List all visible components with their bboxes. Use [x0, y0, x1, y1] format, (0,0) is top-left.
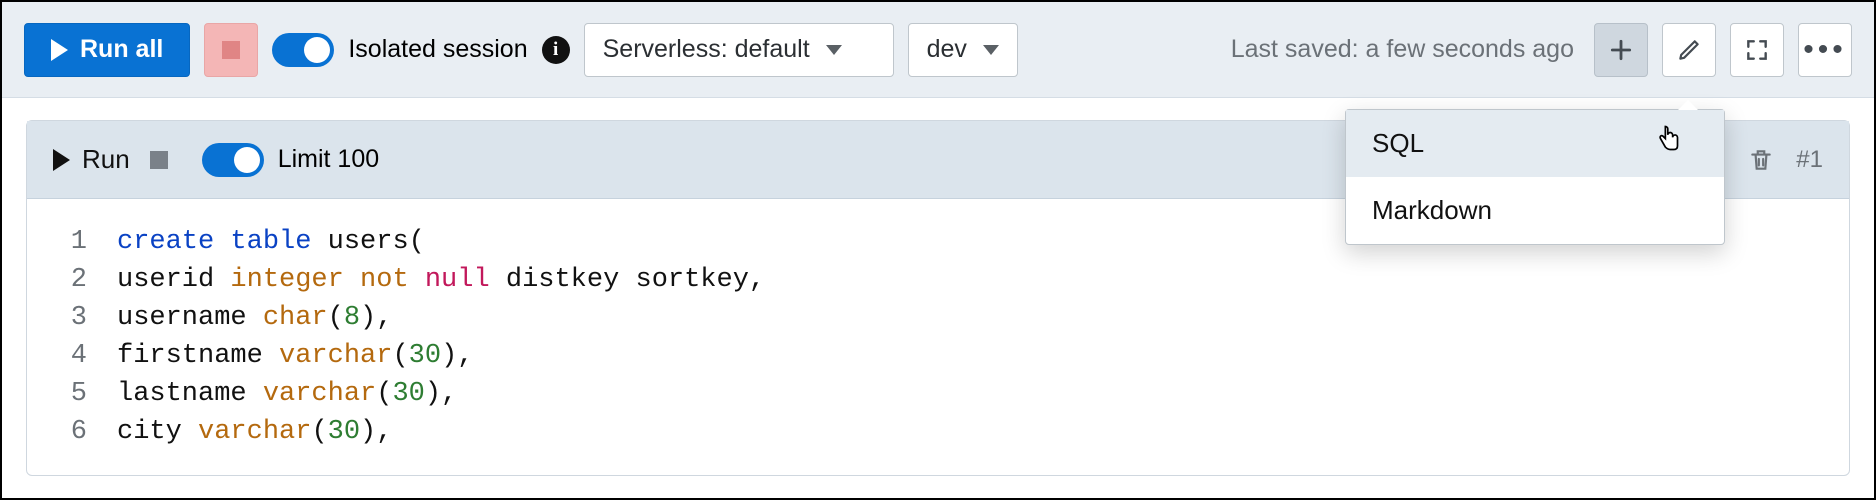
add-cell-menu-item-markdown[interactable]: Markdown — [1346, 177, 1724, 244]
trash-icon[interactable] — [1748, 146, 1774, 174]
line-number: 1 — [27, 223, 117, 261]
limit-toggle-group: Limit 100 — [202, 143, 379, 177]
stop-icon — [222, 41, 240, 59]
code-line: 5lastname varchar(30), — [27, 375, 1849, 413]
code-line: 6city varchar(30), — [27, 413, 1849, 451]
line-number: 3 — [27, 299, 117, 337]
add-cell-button[interactable] — [1594, 23, 1648, 77]
line-number: 5 — [27, 375, 117, 413]
cell-index: #1 — [1796, 146, 1823, 174]
database-select[interactable]: dev — [908, 23, 1018, 77]
menu-item-label: SQL — [1372, 128, 1424, 158]
stop-cell-button[interactable] — [150, 151, 168, 169]
limit-toggle[interactable] — [202, 143, 264, 177]
run-cell-button[interactable]: Run — [53, 144, 130, 175]
code-line: 4firstname varchar(30), — [27, 337, 1849, 375]
isolated-session-toggle[interactable] — [272, 33, 334, 67]
add-cell-menu-item-sql[interactable]: SQL — [1346, 110, 1724, 177]
play-icon — [51, 39, 68, 61]
ellipsis-icon: ••• — [1803, 35, 1847, 65]
stop-icon — [150, 151, 168, 169]
info-icon[interactable]: i — [542, 36, 570, 64]
line-content: username char(8), — [117, 299, 392, 337]
code-line: 2userid integer not null distkey sortkey… — [27, 261, 1849, 299]
last-saved-status: Last saved: a few seconds ago — [1231, 35, 1574, 64]
menu-item-label: Markdown — [1372, 195, 1492, 225]
run-all-button[interactable]: Run all — [24, 23, 190, 77]
run-cell-label: Run — [82, 144, 130, 175]
play-icon — [53, 149, 70, 171]
line-content: firstname varchar(30), — [117, 337, 473, 375]
line-content: create table users( — [117, 223, 425, 261]
code-line: 3username char(8), — [27, 299, 1849, 337]
database-select-value: dev — [927, 35, 967, 64]
isolated-session-toggle-group: Isolated session i — [272, 33, 569, 67]
line-content: userid integer not null distkey sortkey, — [117, 261, 765, 299]
add-cell-menu: SQL Markdown — [1345, 109, 1725, 245]
pencil-icon — [1676, 37, 1702, 63]
chevron-down-icon — [826, 45, 842, 55]
line-number: 4 — [27, 337, 117, 375]
plus-icon — [1608, 37, 1634, 63]
line-content: lastname varchar(30), — [117, 375, 457, 413]
fullscreen-button[interactable] — [1730, 23, 1784, 77]
cursor-hand-icon — [1654, 124, 1684, 158]
line-number: 2 — [27, 261, 117, 299]
line-content: city varchar(30), — [117, 413, 392, 451]
stop-all-button[interactable] — [204, 23, 258, 77]
more-actions-button[interactable]: ••• — [1798, 23, 1852, 77]
line-number: 6 — [27, 413, 117, 451]
run-all-label: Run all — [80, 35, 163, 64]
connection-select-value: Serverless: default — [603, 35, 810, 64]
limit-label: Limit 100 — [278, 145, 379, 174]
notebook-toolbar: Run all Isolated session i Serverless: d… — [2, 2, 1874, 98]
expand-icon — [1744, 37, 1770, 63]
isolated-session-label: Isolated session — [348, 35, 527, 64]
edit-button[interactable] — [1662, 23, 1716, 77]
chevron-down-icon — [983, 45, 999, 55]
connection-select[interactable]: Serverless: default — [584, 23, 894, 77]
